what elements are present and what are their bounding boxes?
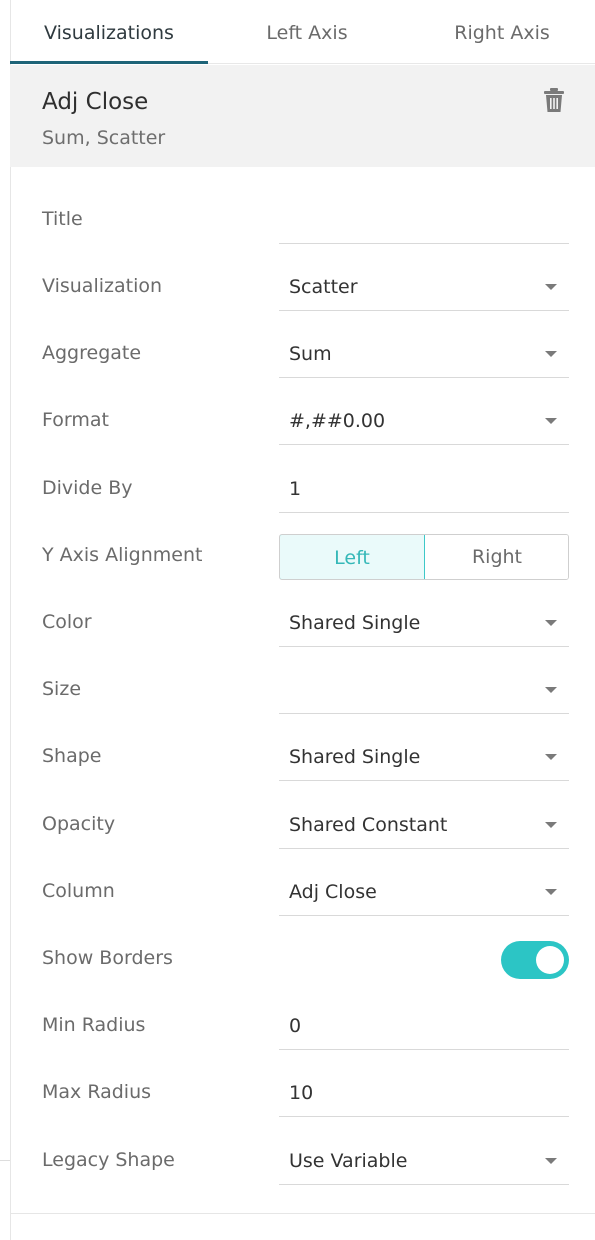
row-aggregate: Aggregate Sum bbox=[10, 320, 595, 387]
row-y-axis-alignment: Y Axis Alignment Right Left bbox=[10, 522, 595, 589]
aggregate-dropdown[interactable]: Sum bbox=[279, 330, 569, 378]
row-show-borders: Show Borders bbox=[10, 925, 595, 992]
row-visualization: Visualization Scatter bbox=[10, 253, 595, 320]
show-borders-label: Show Borders bbox=[42, 947, 173, 969]
divide-by-value: 1 bbox=[289, 478, 302, 500]
opacity-dropdown[interactable]: Shared Constant bbox=[279, 801, 569, 849]
tab-bar: Visualizations Left Axis Right Axis bbox=[10, 0, 595, 64]
aggregate-label: Aggregate bbox=[42, 342, 142, 364]
divide-by-input[interactable]: 1 bbox=[279, 465, 569, 513]
row-title: Title bbox=[10, 186, 595, 253]
divide-by-label: Divide By bbox=[42, 477, 133, 499]
row-size: Size bbox=[10, 656, 595, 723]
series-subtitle: Sum, Scatter bbox=[42, 127, 166, 149]
tab-right-axis[interactable]: Right Axis bbox=[422, 0, 582, 64]
chevron-down-icon bbox=[545, 687, 557, 693]
visualization-label: Visualization bbox=[42, 275, 163, 297]
settings-panel: Visualizations Left Axis Right Axis Adj … bbox=[0, 0, 595, 1240]
chevron-down-icon bbox=[545, 889, 557, 895]
color-value: Shared Single bbox=[289, 612, 421, 634]
align-left-button[interactable]: Left bbox=[280, 535, 425, 579]
chevron-down-icon bbox=[545, 620, 557, 626]
row-format: Format #,##0.00 bbox=[10, 387, 595, 454]
opacity-value: Shared Constant bbox=[289, 814, 448, 836]
format-label: Format bbox=[42, 409, 109, 431]
series-header: Adj Close Sum, Scatter bbox=[10, 65, 595, 167]
format-value: #,##0.00 bbox=[289, 410, 386, 432]
chevron-down-icon bbox=[545, 1158, 557, 1164]
trash-icon[interactable] bbox=[543, 87, 565, 113]
legacy-shape-label: Legacy Shape bbox=[42, 1149, 175, 1171]
panel-bottom-divider bbox=[10, 1213, 595, 1214]
size-dropdown[interactable] bbox=[279, 666, 569, 714]
legacy-shape-value: Use Variable bbox=[289, 1150, 408, 1172]
row-max-radius: Max Radius 10 bbox=[10, 1059, 595, 1126]
format-dropdown[interactable]: #,##0.00 bbox=[279, 397, 569, 445]
chevron-down-icon bbox=[545, 284, 557, 290]
panel-edge-tick bbox=[0, 1160, 10, 1161]
row-legacy-shape: Legacy Shape Use Variable bbox=[10, 1127, 595, 1194]
row-opacity: Opacity Shared Constant bbox=[10, 791, 595, 858]
opacity-label: Opacity bbox=[42, 813, 116, 835]
series-title: Adj Close bbox=[42, 89, 149, 115]
title-input[interactable] bbox=[279, 196, 569, 244]
color-label: Color bbox=[42, 611, 92, 633]
chevron-down-icon bbox=[545, 418, 557, 424]
row-divide-by: Divide By 1 bbox=[10, 455, 595, 522]
chevron-down-icon bbox=[545, 351, 557, 357]
max-radius-label: Max Radius bbox=[42, 1081, 152, 1103]
visualization-value: Scatter bbox=[289, 276, 358, 298]
tab-visualizations[interactable]: Visualizations bbox=[10, 0, 208, 64]
align-right-button[interactable]: Right bbox=[425, 535, 568, 579]
legacy-shape-dropdown[interactable]: Use Variable bbox=[279, 1137, 569, 1185]
shape-value: Shared Single bbox=[289, 746, 421, 768]
row-column: Column Adj Close bbox=[10, 858, 595, 925]
shape-dropdown[interactable]: Shared Single bbox=[279, 733, 569, 781]
row-color: Color Shared Single bbox=[10, 589, 595, 656]
column-value: Adj Close bbox=[289, 881, 377, 903]
visualization-dropdown[interactable]: Scatter bbox=[279, 263, 569, 311]
row-shape: Shape Shared Single bbox=[10, 723, 595, 790]
tab-left-axis[interactable]: Left Axis bbox=[240, 0, 374, 64]
shape-label: Shape bbox=[42, 745, 102, 767]
color-dropdown[interactable]: Shared Single bbox=[279, 599, 569, 647]
chevron-down-icon bbox=[545, 822, 557, 828]
active-tab-indicator bbox=[10, 61, 208, 64]
row-min-radius: Min Radius 0 bbox=[10, 992, 595, 1059]
chevron-down-icon bbox=[545, 754, 557, 760]
title-label: Title bbox=[42, 208, 83, 230]
min-radius-input[interactable]: 0 bbox=[279, 1002, 569, 1050]
column-dropdown[interactable]: Adj Close bbox=[279, 868, 569, 916]
size-label: Size bbox=[42, 678, 82, 700]
toggle-knob bbox=[536, 946, 564, 974]
min-radius-label: Min Radius bbox=[42, 1014, 146, 1036]
column-label: Column bbox=[42, 880, 115, 902]
max-radius-input[interactable]: 10 bbox=[279, 1069, 569, 1117]
min-radius-value: 0 bbox=[289, 1015, 302, 1037]
max-radius-value: 10 bbox=[289, 1082, 314, 1104]
show-borders-toggle[interactable] bbox=[501, 941, 569, 979]
y-axis-alignment-label: Y Axis Alignment bbox=[42, 544, 203, 566]
y-axis-alignment-toggle: Right Left bbox=[279, 534, 569, 580]
aggregate-value: Sum bbox=[289, 343, 332, 365]
